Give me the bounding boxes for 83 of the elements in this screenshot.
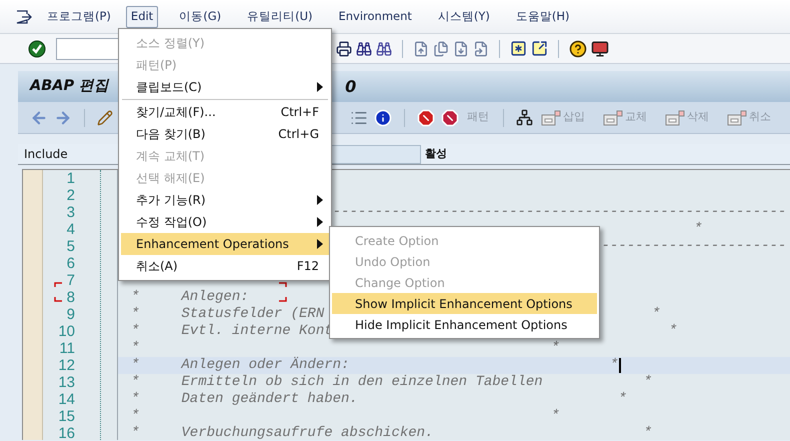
shortcut-text: Ctrl+G — [278, 126, 319, 143]
frame-icon — [727, 110, 747, 126]
code-text: ---------------------- — [601, 239, 786, 254]
menu-item[interactable]: 유틸리티(U) — [242, 6, 318, 28]
field-label: Include — [23, 146, 69, 163]
check-icon[interactable] — [28, 40, 46, 58]
file-arrow-icon[interactable] — [473, 40, 489, 56]
code-text: * Anlegen: — [131, 290, 249, 305]
selection-bracket-icon — [54, 282, 62, 302]
binoculars-icon[interactable] — [356, 40, 372, 56]
code-text: * Daten geändert haben. — [131, 392, 358, 407]
shortcut-text: Ctrl+F — [280, 104, 319, 121]
screen-title: 0 — [345, 76, 356, 98]
line-number: 2 — [66, 187, 75, 204]
code-text: * — [131, 409, 140, 424]
monitor-icon[interactable] — [591, 40, 609, 58]
menu-entry[interactable]: Enhancement Operations — [121, 233, 329, 255]
code-text: * Statusfelder (ERN — [131, 307, 324, 322]
binoculars-icon[interactable] — [376, 40, 392, 56]
menu-item[interactable]: Environment — [333, 6, 417, 28]
menu-entry[interactable]: 다음 찾기(B) Ctrl+G — [121, 123, 329, 145]
menu-item[interactable]: 프로그램(P) — [42, 6, 116, 28]
line-number: 7 — [66, 272, 75, 289]
code-text: * Verbuchungsaufrufe abschicken. — [131, 426, 434, 440]
selection-bracket-icon — [279, 282, 287, 302]
line-number: 10 — [58, 323, 75, 340]
stop-icon[interactable] — [441, 108, 459, 126]
stop-icon[interactable] — [417, 108, 435, 126]
code-text: * — [644, 375, 652, 390]
menu-entry[interactable]: 취소(A) F12 — [121, 255, 329, 277]
line-number: 5 — [66, 238, 75, 255]
code-text: * — [668, 324, 678, 339]
menu-entry[interactable]: 추가 기능(R) — [121, 189, 329, 211]
code-text: * — [610, 358, 618, 373]
menu-item[interactable]: 이동(G) — [174, 6, 226, 28]
code-text: * — [618, 392, 627, 407]
file-down-icon[interactable] — [453, 40, 469, 56]
code-text: * — [551, 409, 560, 424]
status-text: 활성 — [425, 146, 447, 162]
frame-icon — [665, 110, 685, 126]
menu-entry[interactable]: Hide Implicit Enhancement Options — [332, 314, 597, 335]
shortcut-text: F12 — [296, 258, 319, 275]
line-number: 8 — [66, 289, 75, 306]
help-icon[interactable] — [569, 40, 587, 58]
menu-item[interactable]: 시스템(Y) — [432, 6, 495, 28]
line-number: 9 — [66, 306, 75, 323]
info-icon[interactable] — [374, 108, 392, 126]
file-up-icon[interactable] — [413, 40, 429, 56]
code-text: * Evtl. interne Kont — [131, 324, 333, 339]
line-number: 16 — [58, 425, 75, 441]
line-number: 1 — [66, 170, 75, 187]
exit-icon[interactable] — [16, 10, 32, 24]
line-number: 11 — [59, 340, 75, 357]
hierarchy-icon[interactable] — [516, 109, 533, 126]
menu-entry[interactable]: 수정 작업(O) — [121, 211, 329, 233]
line-number: 6 — [66, 255, 75, 272]
asterisk-window-icon[interactable] — [510, 40, 527, 57]
line-number: 14 — [58, 391, 75, 408]
line-number: 3 — [66, 204, 75, 221]
code-text: * — [644, 426, 652, 440]
arrow-window-icon[interactable] — [531, 40, 548, 57]
frame-icon — [541, 110, 561, 126]
printer-icon[interactable] — [336, 40, 352, 56]
code-text: ------------------------------------------------------ — [332, 205, 786, 220]
screen-title: ABAP 편집 — [30, 76, 110, 96]
menu-item[interactable]: Edit — [126, 6, 158, 28]
line-number: 12 — [58, 357, 75, 374]
line-number: 15 — [58, 408, 75, 425]
code-text: * — [694, 222, 702, 237]
code-text: * — [652, 307, 660, 322]
frame-icon — [603, 110, 623, 126]
menu-item[interactable]: 도움말(H) — [510, 6, 575, 28]
code-text: * Ermitteln ob sich in den einzelnen Tabellen — [131, 375, 543, 390]
line-number: 4 — [66, 221, 75, 238]
pencil-icon[interactable] — [97, 110, 113, 126]
menu-entry[interactable]: 클립보드(C) — [121, 76, 329, 98]
files-icon[interactable] — [433, 40, 449, 56]
menu-entry[interactable]: 찾기/교체(F)... Ctrl+F — [121, 101, 329, 123]
line-number: 13 — [58, 374, 75, 391]
code-text: * Anlegen oder Ändern: — [131, 358, 350, 373]
code-text: * — [131, 341, 140, 356]
menu-entry[interactable]: Show Implicit Enhancement Options — [332, 293, 597, 314]
code-text: * — [551, 341, 560, 356]
